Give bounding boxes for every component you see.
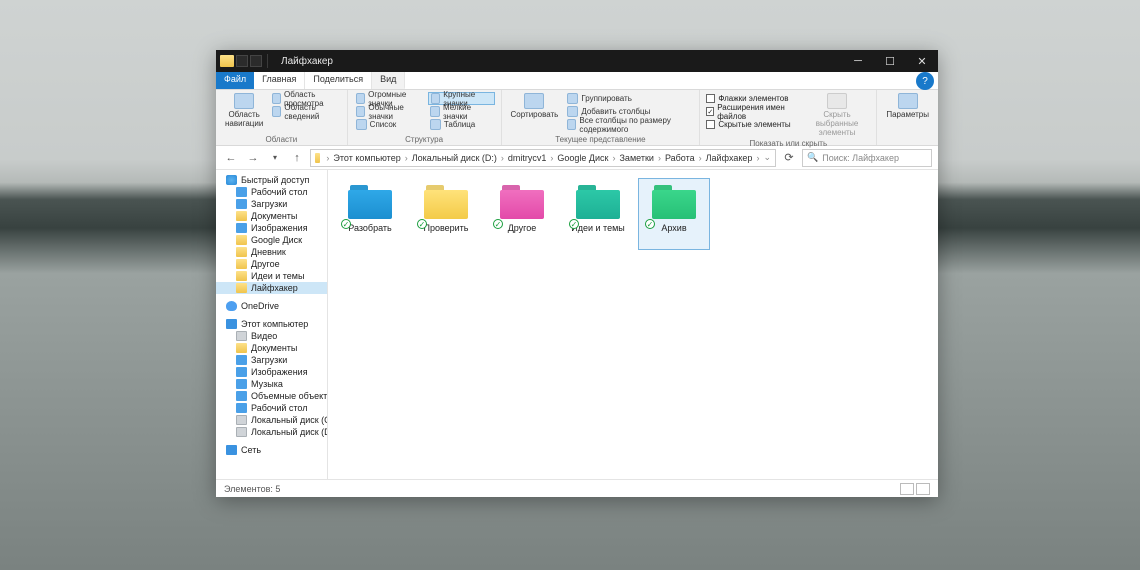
up-button[interactable]: ↑ <box>288 149 306 167</box>
crumb[interactable]: Google Диск <box>557 153 608 163</box>
status-text: Элементов: 5 <box>224 484 280 494</box>
explorer-window: Лайфхакер ─ ☐ ✕ Файл Главная Поделиться … <box>216 50 938 497</box>
tab-home[interactable]: Главная <box>254 72 305 89</box>
sidebar-thispc[interactable]: Этот компьютер <box>216 318 327 330</box>
sidebar-item[interactable]: Идеи и темы <box>216 270 327 282</box>
sidebar-quick-access[interactable]: Быстрый доступ <box>216 174 327 186</box>
folder-label: Архив <box>661 223 686 233</box>
sidebar-network[interactable]: Сеть <box>216 444 327 456</box>
status-bar: Элементов: 5 <box>216 479 938 497</box>
options-button[interactable]: Параметры <box>883 92 932 120</box>
window-title: Лайфхакер <box>275 56 339 67</box>
crumb[interactable]: dmitrycv1 <box>508 153 547 163</box>
sidebar-item[interactable]: Изображения <box>216 222 327 234</box>
details-pane-button[interactable]: Область сведений <box>270 105 340 118</box>
sidebar-item[interactable]: Рабочий стол <box>216 186 327 198</box>
ribbon-group-showhide: Флажки элементов ✓Расширения имен файлов… <box>700 90 877 145</box>
ribbon-group-options: Параметры <box>877 90 938 145</box>
sidebar-item[interactable]: Локальный диск (C:) <box>216 414 327 426</box>
ribbon: Область навигации Область просмотра Обла… <box>216 90 938 146</box>
sort-button[interactable]: Сортировать <box>508 92 562 120</box>
ribbon-group-currentview: Сортировать Группировать Добавить столбц… <box>502 90 701 145</box>
recent-button[interactable]: ▾ <box>266 149 284 167</box>
crumb[interactable]: Локальный диск (D:) <box>412 153 497 163</box>
view-icons-button[interactable] <box>916 483 930 495</box>
folder-item[interactable]: ✓ Архив <box>638 178 710 250</box>
app-icon <box>220 55 234 67</box>
sidebar-item[interactable]: Документы <box>216 210 327 222</box>
sidebar-item[interactable]: Музыка <box>216 378 327 390</box>
qat-btn-1[interactable] <box>236 55 248 67</box>
tab-view[interactable]: Вид <box>372 72 405 89</box>
layout-small-icons[interactable]: Мелкие значки <box>428 105 495 118</box>
folder-icon <box>315 153 320 163</box>
titlebar[interactable]: Лайфхакер ─ ☐ ✕ <box>216 50 938 72</box>
content-area[interactable]: ✓ Разобрать ✓ Проверить ✓ Другое ✓ Идеи … <box>328 170 938 479</box>
layout-normal-icons[interactable]: Обычные значки <box>354 105 424 118</box>
address-row: ← → ▾ ↑ › Этот компьютер› Локальный диск… <box>216 146 938 170</box>
address-bar[interactable]: › Этот компьютер› Локальный диск (D:)› d… <box>310 149 776 167</box>
sidebar-item[interactable]: Локальный диск (D:) <box>216 426 327 438</box>
help-icon[interactable]: ? <box>916 72 934 90</box>
group-button[interactable]: Группировать <box>565 92 693 105</box>
sync-icon: ✓ <box>569 219 579 229</box>
layout-list[interactable]: Список <box>354 118 424 131</box>
search-input[interactable]: 🔍 Поиск: Лайфхакер <box>802 149 932 167</box>
folder-item[interactable]: ✓ Разобрать <box>334 178 406 250</box>
view-details-button[interactable] <box>900 483 914 495</box>
folder-item[interactable]: ✓ Другое <box>486 178 558 250</box>
back-button[interactable]: ← <box>222 149 240 167</box>
sync-icon: ✓ <box>493 219 503 229</box>
sidebar-item[interactable]: Загрузки <box>216 198 327 210</box>
sidebar-item[interactable]: Google Диск <box>216 234 327 246</box>
sidebar[interactable]: Быстрый доступ Рабочий стол Загрузки Док… <box>216 170 328 479</box>
ribbon-group-panes: Область навигации Область просмотра Обла… <box>216 90 348 145</box>
tab-file[interactable]: Файл <box>216 72 254 89</box>
refresh-button[interactable]: ⟳ <box>780 149 798 167</box>
search-icon: 🔍 <box>807 152 818 163</box>
crumb[interactable]: Этот компьютер <box>333 153 400 163</box>
sidebar-item[interactable]: Документы <box>216 342 327 354</box>
folder-label: Идеи и темы <box>571 223 624 233</box>
folder-label: Разобрать <box>348 223 391 233</box>
checkbox-hidden-items[interactable]: Скрытые элементы <box>706 118 799 131</box>
minimize-button[interactable]: ─ <box>842 50 874 72</box>
sidebar-item[interactable]: Объемные объекты <box>216 390 327 402</box>
maximize-button[interactable]: ☐ <box>874 50 906 72</box>
ribbon-group-layout: Огромные значки Обычные значки Список Кр… <box>348 90 502 145</box>
fit-columns-button[interactable]: Все столбцы по размеру содержимого <box>565 118 693 131</box>
close-button[interactable]: ✕ <box>906 50 938 72</box>
checkbox-file-extensions[interactable]: ✓Расширения имен файлов <box>706 105 799 118</box>
sidebar-item[interactable]: Видео <box>216 330 327 342</box>
tab-share[interactable]: Поделиться <box>305 72 372 89</box>
sidebar-onedrive[interactable]: OneDrive <box>216 300 327 312</box>
folder-item[interactable]: ✓ Идеи и темы <box>562 178 634 250</box>
sync-icon: ✓ <box>645 219 655 229</box>
sync-icon: ✓ <box>417 219 427 229</box>
crumb[interactable]: Заметки <box>620 153 654 163</box>
sidebar-item[interactable]: Дневник <box>216 246 327 258</box>
nav-pane-button[interactable]: Область навигации <box>222 92 266 129</box>
forward-button[interactable]: → <box>244 149 262 167</box>
folder-label: Проверить <box>423 223 468 233</box>
sidebar-item[interactable]: Изображения <box>216 366 327 378</box>
folder-item[interactable]: ✓ Проверить <box>410 178 482 250</box>
crumb[interactable]: Работа <box>665 153 695 163</box>
hide-selected-button[interactable]: Скрыть выбранные элементы <box>804 92 871 138</box>
sidebar-item[interactable]: Другое <box>216 258 327 270</box>
sidebar-item[interactable]: Загрузки <box>216 354 327 366</box>
folder-label: Другое <box>508 223 537 233</box>
crumb[interactable]: Лайфхакер <box>706 153 753 163</box>
sidebar-item-current[interactable]: Лайфхакер <box>216 282 327 294</box>
qat-btn-2[interactable] <box>250 55 262 67</box>
sidebar-item[interactable]: Рабочий стол <box>216 402 327 414</box>
layout-table[interactable]: Таблица <box>428 118 495 131</box>
ribbon-tabs: Файл Главная Поделиться Вид ? <box>216 72 938 90</box>
sync-icon: ✓ <box>341 219 351 229</box>
